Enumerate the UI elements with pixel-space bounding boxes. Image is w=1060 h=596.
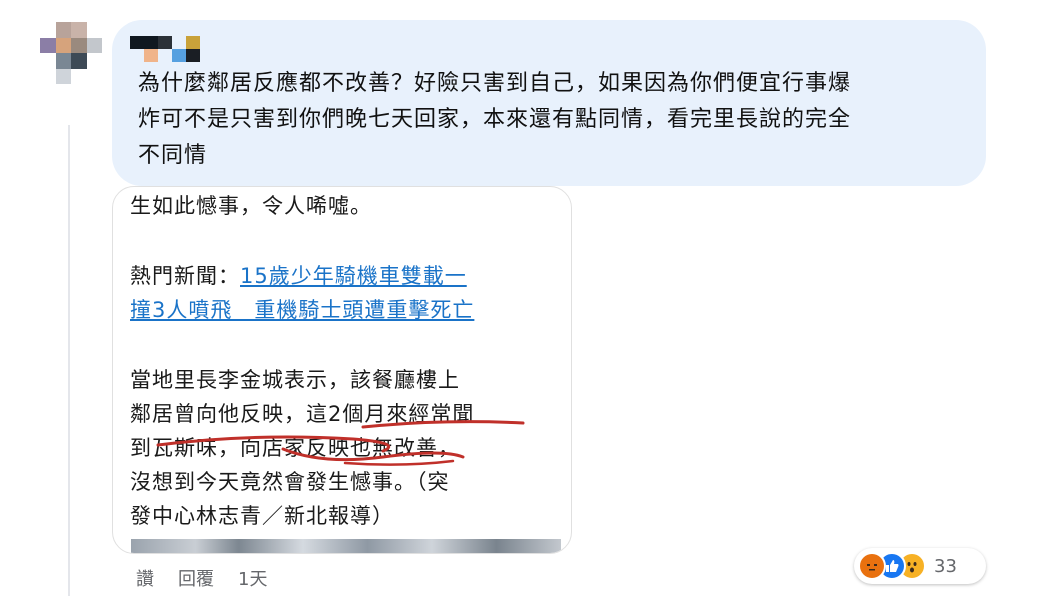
- news-link: 15歲少年騎機車雙載一: [240, 264, 467, 288]
- commenter-name[interactable]: [130, 36, 214, 62]
- comment-text: 為什麼鄰居反應都不改善？好險只害到自己，如果因為你們便宜行事爆 炸可不是只害到你…: [138, 66, 978, 174]
- reply-button[interactable]: 回覆: [178, 565, 214, 591]
- attachment-body-line: 當地里長李金城表示，該餐廳樓上: [130, 368, 460, 392]
- thread-line: [68, 125, 70, 596]
- comment-line: 不同情: [138, 143, 208, 168]
- avatar[interactable]: [40, 22, 102, 84]
- comment-line: 炸可不是只害到你們晚七天回家，本來還有點同情，看完里長說的完全: [138, 107, 852, 132]
- attachment-body-line: 鄰居曾向他反映，這2個月來經常聞: [130, 402, 475, 426]
- comment-line: 為什麼鄰居反應都不改善？好險只害到自己，如果因為你們便宜行事爆: [138, 71, 852, 96]
- attachment-body: 當地里長李金城表示，該餐廳樓上 鄰居曾向他反映，這2個月來經常聞 到瓦斯味，向店…: [130, 363, 570, 533]
- attachment-body-line: 發中心林志青／新北報導）: [130, 504, 394, 528]
- comment-thread: 為什麼鄰居反應都不改善？好險只害到自己，如果因為你們便宜行事爆 炸可不是只害到你…: [0, 0, 1060, 596]
- attachment-news: 熱門新聞：15歲少年騎機車雙載一 撞3人噴飛 重機騎士頭遭重擊死亡: [130, 259, 570, 327]
- attachment-body-line: 到瓦斯味，向店家反映也無改善，: [130, 436, 460, 460]
- news-link: 撞3人噴飛 重機騎士頭遭重擊死亡: [130, 298, 475, 322]
- news-prefix: 熱門新聞：: [130, 264, 240, 288]
- image-bottom-strip: [131, 539, 561, 553]
- attached-image[interactable]: 生如此憾事，令人唏噓。 熱門新聞：15歲少年騎機車雙載一 撞3人噴飛 重機騎士頭…: [112, 186, 572, 554]
- reaction-count: 33: [934, 555, 957, 577]
- like-button[interactable]: 讚: [136, 565, 154, 591]
- reactions-summary[interactable]: 33: [854, 548, 986, 584]
- attachment-text-line: 生如此憾事，令人唏噓。: [130, 194, 372, 218]
- angry-icon: [858, 552, 886, 580]
- timestamp[interactable]: 1天: [238, 565, 267, 591]
- comment-actions: 讚 回覆 1天: [136, 564, 267, 592]
- attachment-body-line: 沒想到今天竟然會發生憾事。（突: [130, 470, 450, 494]
